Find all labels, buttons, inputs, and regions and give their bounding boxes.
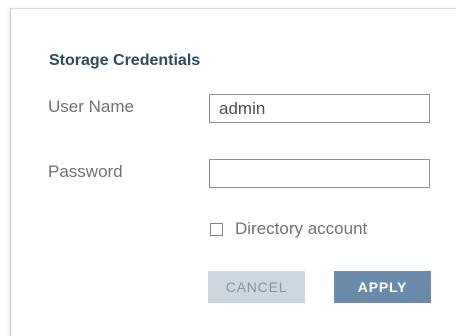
password-field[interactable] [209, 159, 430, 188]
storage-credentials-dialog: Storage Credentials User Name Password D… [10, 8, 456, 336]
dialog-title: Storage Credentials [49, 52, 201, 69]
apply-button[interactable]: APPLY [334, 271, 431, 303]
directory-account-label[interactable]: Directory account [235, 219, 367, 239]
username-field[interactable] [209, 94, 430, 123]
directory-account-checkbox[interactable] [210, 222, 223, 236]
cancel-button[interactable]: CANCEL [208, 271, 305, 303]
background-strip [0, 0, 456, 8]
username-label: User Name [48, 97, 134, 116]
password-label: Password [48, 162, 123, 181]
directory-account-option[interactable]: Directory account [210, 219, 367, 239]
